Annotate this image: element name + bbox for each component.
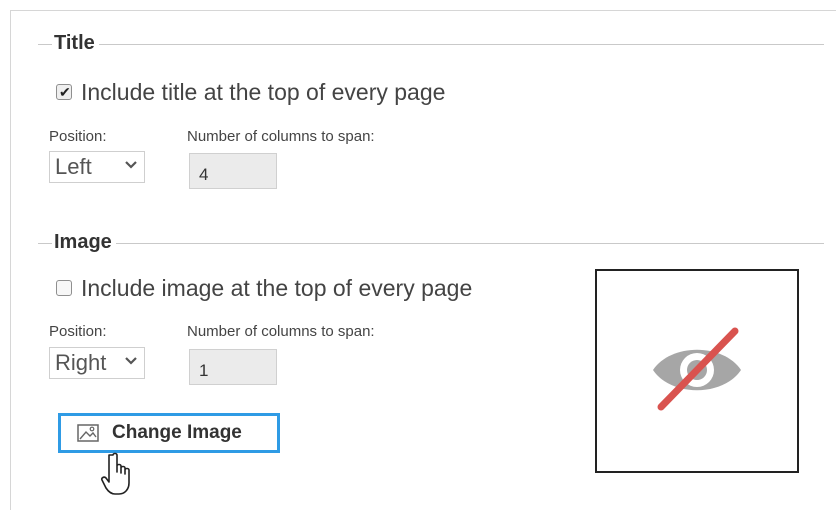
change-image-button[interactable]: Change Image bbox=[58, 413, 280, 453]
image-legend: Image bbox=[54, 231, 116, 254]
hand-pointer-cursor-icon bbox=[101, 452, 130, 495]
include-image-checkbox[interactable] bbox=[56, 280, 72, 296]
checkmark-icon: ✔ bbox=[59, 84, 71, 100]
include-title-row[interactable]: ✔ Include title at the top of every page bbox=[56, 78, 445, 106]
include-title-checkbox[interactable]: ✔ bbox=[56, 84, 72, 100]
title-columns-input[interactable]: 4 bbox=[189, 153, 277, 189]
image-position-label: Position: bbox=[49, 323, 107, 340]
change-image-label: Change Image bbox=[112, 422, 242, 443]
image-icon bbox=[77, 424, 99, 442]
image-columns-input[interactable]: 1 bbox=[189, 349, 277, 385]
chevron-down-icon bbox=[125, 161, 137, 169]
legend-rule-right bbox=[99, 44, 824, 45]
include-title-label[interactable]: Include title at the top of every page bbox=[81, 79, 445, 106]
legend-rule-right bbox=[116, 243, 824, 244]
eye-slash-icon bbox=[653, 327, 741, 411]
image-preview bbox=[595, 269, 799, 473]
title-position-select[interactable]: Left bbox=[49, 151, 145, 183]
chevron-down-icon bbox=[125, 357, 137, 365]
image-columns-label: Number of columns to span: bbox=[187, 323, 375, 340]
image-position-select[interactable]: Right bbox=[49, 347, 145, 379]
image-position-value: Right bbox=[55, 350, 107, 375]
title-position-value: Left bbox=[55, 154, 92, 179]
title-fieldset-legend: Title bbox=[38, 30, 824, 60]
title-legend: Title bbox=[54, 32, 99, 55]
legend-rule-left bbox=[38, 243, 52, 244]
include-image-row[interactable]: Include image at the top of every page bbox=[56, 274, 472, 302]
legend-rule-left bbox=[38, 44, 52, 45]
title-columns-label: Number of columns to span: bbox=[187, 128, 375, 145]
image-fieldset-legend: Image bbox=[38, 229, 824, 259]
include-image-label[interactable]: Include image at the top of every page bbox=[81, 275, 472, 302]
title-position-label: Position: bbox=[49, 128, 107, 145]
